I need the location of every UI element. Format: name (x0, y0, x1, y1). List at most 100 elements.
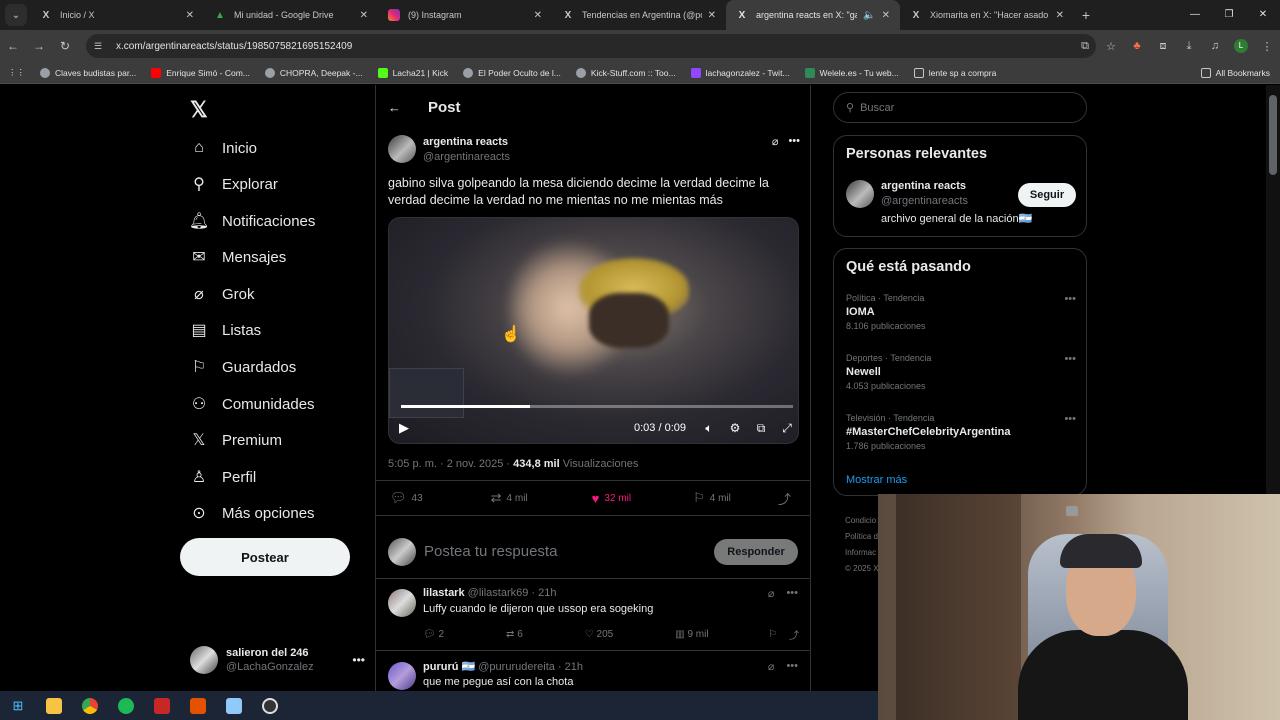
like-stat[interactable]: ♥ 32 mil (592, 491, 631, 506)
address-bar[interactable]: ☰ x.com/argentinareacts/status/198507582… (86, 34, 1096, 58)
grok-icon[interactable]: ⌀ (768, 587, 775, 600)
bookmark-stat[interactable]: ⚐ 4 mil (693, 490, 731, 506)
footer-link[interactable]: Política d (845, 529, 878, 545)
search-input[interactable]: ⚲ Buscar (833, 92, 1087, 123)
grok-icon[interactable]: ⌀ (772, 135, 779, 148)
menu-icon[interactable]: ⋮ (1254, 40, 1280, 53)
bookmark-item[interactable]: Enrique Simó - Com... (151, 67, 250, 78)
bookmark-item[interactable]: lente sp a compra (913, 67, 996, 78)
comment-handle[interactable]: @pururudereita · 21h (478, 661, 583, 673)
windows-start-icon[interactable]: ⊞ (0, 691, 36, 720)
like-stat[interactable]: ♡ 205 (585, 629, 613, 640)
repost-stat[interactable]: ⇄ 6 (506, 629, 523, 640)
apps-icon[interactable]: ⋮⋮ (8, 67, 25, 78)
extension-icon[interactable]: ♣ (1124, 40, 1150, 52)
comment-author[interactable]: lilastark (423, 587, 465, 599)
play-icon[interactable]: ▶ (399, 420, 409, 436)
browser-tab-active[interactable]: X argentina reacts en X: "gab 🔈 ✕ (726, 0, 900, 30)
bookmark-item[interactable]: CHOPRA, Deepak -... (264, 67, 363, 78)
avatar[interactable] (846, 180, 874, 208)
video-progress-bar[interactable] (401, 405, 793, 408)
more-icon[interactable]: ••• (786, 660, 798, 673)
nav-item-listas[interactable]: ▤ Listas (190, 321, 261, 340)
reply-stat[interactable]: 💬︎ 2 (423, 629, 444, 640)
trend-item[interactable]: Política · Tendencia IOMA 8.106 publicac… (846, 293, 1076, 331)
share-icon[interactable]: ⤴ (789, 627, 799, 642)
minimize-icon[interactable]: — (1178, 0, 1212, 30)
chrome-icon[interactable] (72, 691, 108, 720)
person-name[interactable]: argentina reacts (881, 180, 966, 192)
obs-icon[interactable] (252, 691, 288, 720)
browser-tab[interactable]: ▲ Mi unidad - Google Drive ✕ (204, 0, 378, 30)
restore-icon[interactable]: ❐ (1212, 0, 1246, 30)
browser-tab[interactable]: X Xiomarita en X: "Hacer asado c ✕ (900, 0, 1074, 30)
bookmark-item[interactable]: Claves budistas par... (40, 67, 136, 78)
all-bookmarks[interactable]: All Bookmarks (1200, 67, 1270, 78)
more-icon[interactable]: ••• (788, 135, 800, 148)
bookmark-item[interactable]: lachagonzalez - Twit... (690, 67, 790, 78)
close-icon[interactable]: ✕ (1056, 10, 1064, 21)
app-icon[interactable] (216, 691, 252, 720)
person-handle[interactable]: @argentinareacts (881, 195, 968, 207)
nav-item-guardados[interactable]: ⚐ Guardados (190, 358, 296, 377)
reply-stat[interactable]: 💬︎ 43 (390, 490, 423, 506)
trend-item[interactable]: Deportes · Tendencia Newell 4.053 public… (846, 353, 1076, 391)
back-arrow-icon[interactable]: ← (388, 100, 406, 115)
close-icon[interactable]: ✕ (708, 10, 716, 21)
cast-icon[interactable]: ⧉ (1072, 40, 1098, 53)
post-timestamp[interactable]: 5:05 p. m. · 2 nov. 2025 · (388, 458, 513, 470)
close-icon[interactable]: ✕ (360, 10, 368, 21)
bookmark-item[interactable]: Lacha21 | Kick (377, 67, 448, 78)
bookmark-item[interactable]: El Poder Oculto de l... (463, 67, 561, 78)
fullscreen-icon[interactable]: ⤢ (774, 421, 798, 436)
follow-button[interactable]: Seguir (1018, 183, 1076, 207)
browser-tab[interactable]: X Inicio / X ✕ (30, 0, 204, 30)
more-icon[interactable]: ••• (786, 587, 798, 600)
reply-button[interactable]: Responder (714, 538, 798, 565)
app-icon[interactable] (180, 691, 216, 720)
close-icon[interactable]: ✕ (882, 10, 890, 21)
comment-handle[interactable]: @lilastark69 · 21h (468, 587, 557, 599)
star-icon[interactable]: ☆ (1098, 40, 1124, 53)
settings-icon[interactable]: ⚙ (722, 421, 748, 435)
grok-icon[interactable]: ⌀ (768, 660, 775, 673)
reload-icon[interactable]: ↻ (52, 39, 78, 53)
avatar[interactable] (388, 589, 416, 617)
back-icon[interactable]: ← (0, 39, 26, 53)
close-icon[interactable]: ✕ (186, 10, 194, 21)
comment[interactable]: pururú 🇦🇷 @pururudereita · 21h ⌀ ••• que … (376, 652, 810, 691)
more-icon[interactable]: ••• (1064, 293, 1076, 305)
download-icon[interactable]: ⤓ (1176, 40, 1202, 53)
more-icon[interactable]: ••• (352, 653, 365, 667)
new-tab-button[interactable]: + (1074, 7, 1098, 23)
speaker-icon[interactable]: 🔈 (863, 10, 875, 21)
nav-item-comunidades[interactable]: ⚇ Comunidades (190, 395, 315, 414)
media-icon[interactable]: ♫ (1202, 40, 1228, 52)
bookmark-item[interactable]: Welele.es - Tu web... (804, 67, 899, 78)
author-avatar[interactable] (388, 135, 416, 163)
post-button[interactable]: Postear (180, 538, 350, 576)
comment[interactable]: lilastark @lilastark69 · 21h ⌀ ••• Luffy … (376, 579, 810, 651)
nav-item-grok[interactable]: ⌀ Grok (190, 285, 254, 304)
trend-item[interactable]: Televisión · Tendencia #MasterChefCelebr… (846, 413, 1076, 451)
comment-author[interactable]: pururú 🇦🇷 (423, 661, 475, 673)
nav-item-mensajes[interactable]: ✉ Mensajes (190, 248, 286, 267)
spotify-icon[interactable] (108, 691, 144, 720)
pip-icon[interactable]: ⧉ (748, 421, 774, 436)
close-window-icon[interactable]: ✕ (1246, 0, 1280, 30)
more-icon[interactable]: ••• (1064, 353, 1076, 365)
footer-link[interactable]: Condicio (845, 513, 878, 529)
nav-item-perfil[interactable]: ♙ Perfil (190, 468, 256, 487)
puzzle-icon[interactable]: ⧈ (1150, 40, 1176, 53)
file-explorer-icon[interactable] (36, 691, 72, 720)
relevant-person[interactable]: argentina reacts @argentinareacts archiv… (846, 178, 1076, 228)
nav-item-explorar[interactable]: ⚲ Explorar (190, 175, 278, 194)
close-icon[interactable]: ✕ (534, 10, 542, 21)
forward-icon[interactable]: → (26, 39, 52, 53)
browser-tab[interactable]: X Tendencias en Argentina (@po ✕ (552, 0, 726, 30)
nav-item-premium[interactable]: 𝕏 Premium (190, 431, 282, 450)
scrollbar-thumb[interactable] (1269, 95, 1277, 175)
nav-item-mas-opciones[interactable]: ⊙ Más opciones (190, 504, 314, 523)
share-button[interactable]: ⤴ (778, 489, 796, 508)
profile-icon[interactable]: L (1228, 39, 1254, 53)
